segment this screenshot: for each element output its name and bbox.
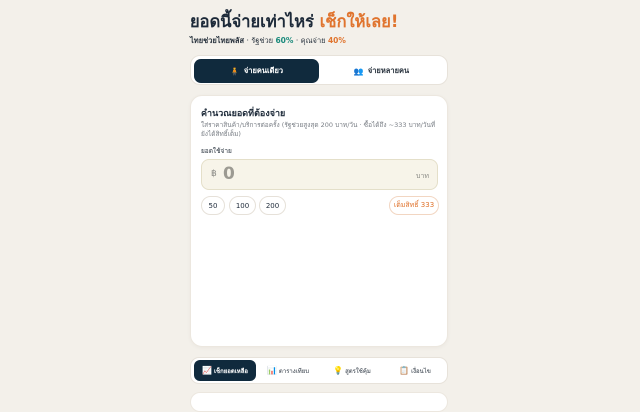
you-percent: 40% xyxy=(327,36,346,45)
calculator-card: คำนวณยอดที่ต้องจ่าย ใส่ราคาสินค้า/บริการ… xyxy=(190,95,448,347)
tab-conditions-label: เงื่อนไข xyxy=(411,367,431,375)
lightbulb-icon: 💡 xyxy=(333,366,344,375)
tab-tips-label: สูตรใช้คุ้ม xyxy=(345,367,371,375)
result-card xyxy=(190,392,448,412)
tab-tips[interactable]: 💡 สูตรใช้คุ้ม xyxy=(321,360,383,381)
tab-check-balance[interactable]: 📈 เช็กยอดเหลือ xyxy=(194,360,256,381)
group-payer-button[interactable]: 👥 จ่ายหลายคน xyxy=(319,59,444,83)
group-payer-label: จ่ายหลายคน xyxy=(367,66,410,75)
page-header: ยอดนี้จ่ายเท่าไหร่ เช็กให้เลย! ไทยช่วยไท… xyxy=(190,12,450,46)
clipboard-icon: 📋 xyxy=(399,366,410,375)
brand-name: ไทยช่วยไทยพลัส xyxy=(190,36,245,45)
gov-label: · รัฐช่วย xyxy=(246,36,274,45)
bar-chart-icon: 📊 xyxy=(266,366,277,375)
title-accent: เช็กให้เลย! xyxy=(319,12,399,31)
quick-amount-50-button[interactable]: 50 xyxy=(201,196,225,215)
tab-compare-table-label: ตารางเทียบ xyxy=(278,367,310,375)
tab-conditions[interactable]: 📋 เงื่อนไข xyxy=(385,360,445,381)
you-label: · คุณจ่าย xyxy=(295,36,326,45)
page-subtitle: ไทยช่วยไทยพลัส · รัฐช่วย 60% · คุณจ่าย 4… xyxy=(190,36,450,46)
gov-percent: 60% xyxy=(275,36,294,45)
full-right-button[interactable]: เต็มสิทธิ์ 333 xyxy=(389,196,439,215)
quick-amount-100-button[interactable]: 100 xyxy=(229,196,256,215)
amount-input[interactable]: ฿ 0 บาท xyxy=(201,159,438,190)
group-icon: 👥 xyxy=(353,66,364,76)
page-title: ยอดนี้จ่ายเท่าไหร่ เช็กให้เลย! xyxy=(190,12,450,32)
amount-label: ยอดใช้จ่าย xyxy=(201,147,232,155)
amount-value[interactable]: 0 xyxy=(223,164,235,184)
quick-amount-200-button[interactable]: 200 xyxy=(259,196,286,215)
tab-compare-table[interactable]: 📊 ตารางเทียบ xyxy=(258,360,318,381)
bottom-tab-nav: 📈 เช็กยอดเหลือ 📊 ตารางเทียบ 💡 สูตรใช้คุ้… xyxy=(190,357,448,384)
tab-check-balance-label: เช็กยอดเหลือ xyxy=(213,367,249,375)
single-payer-button[interactable]: 🧍 จ่ายคนเดียว xyxy=(194,59,319,83)
payment-mode-toggle: 🧍 จ่ายคนเดียว 👥 จ่ายหลายคน xyxy=(190,55,448,85)
title-main: ยอดนี้จ่ายเท่าไหร่ xyxy=(190,12,314,31)
calculator-description: ใส่ราคาสินค้า/บริการต่อครั้ง (รัฐช่วยสูง… xyxy=(201,121,436,138)
trend-chart-icon: 📈 xyxy=(201,366,212,375)
person-icon: 🧍 xyxy=(229,66,240,76)
single-payer-label: จ่ายคนเดียว xyxy=(243,66,284,75)
calculator-title: คำนวณยอดที่ต้องจ่าย xyxy=(201,109,286,119)
baht-icon: ฿ xyxy=(211,169,217,179)
amount-unit: บาท xyxy=(416,172,429,180)
